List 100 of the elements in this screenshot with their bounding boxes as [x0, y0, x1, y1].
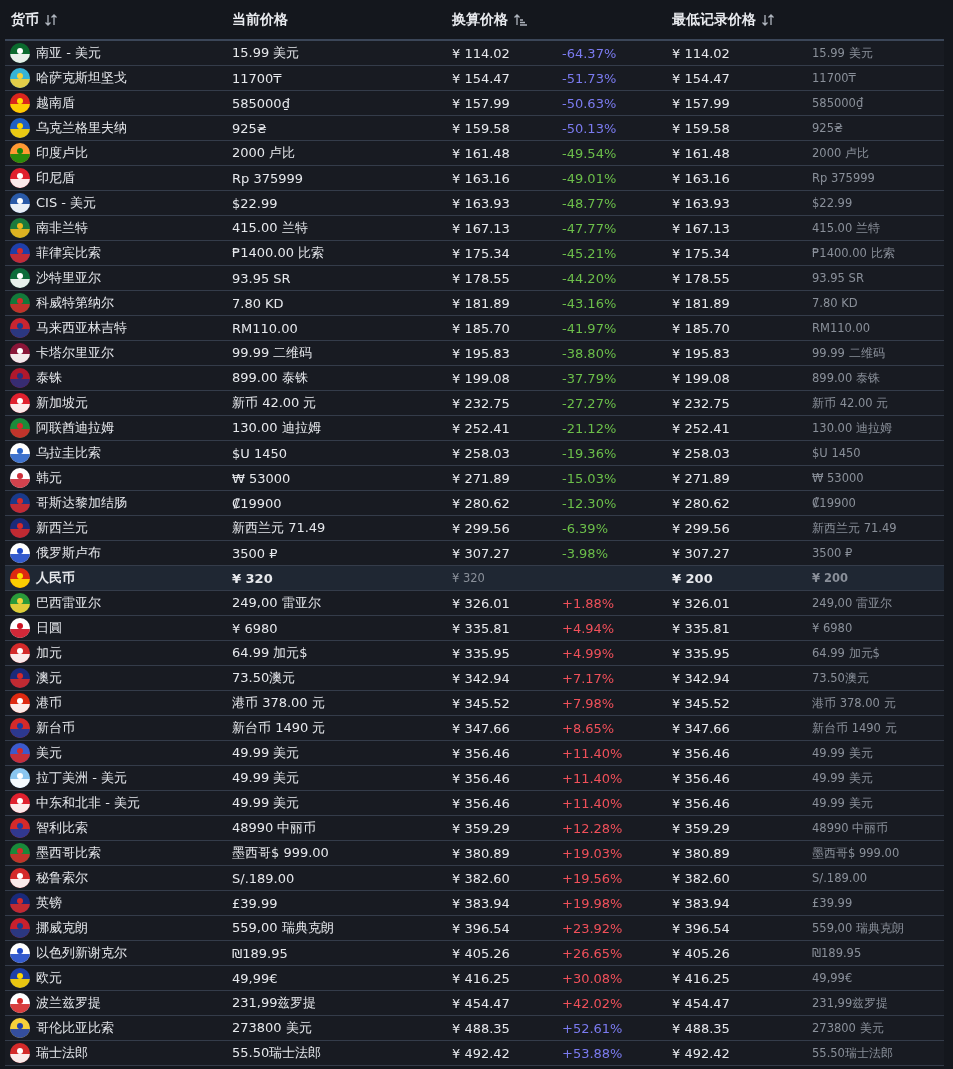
sort-icon[interactable]	[44, 12, 58, 27]
lowest-price: ¥ 163.93	[672, 195, 730, 211]
price-change: +8.65%	[562, 720, 615, 736]
sort-ascending-icon[interactable]	[513, 12, 527, 27]
lowest-price: ¥ 347.66	[672, 720, 730, 736]
current-price: 249,00 雷亚尔	[232, 594, 321, 612]
converted-price: ¥ 416.25	[452, 970, 510, 986]
converted-price: ¥ 345.52	[452, 695, 510, 711]
lowest-price: ¥ 114.02	[672, 45, 730, 61]
current-price: 3500 ₽	[232, 545, 278, 561]
lowest-price: ¥ 154.47	[672, 70, 730, 86]
lowest-price: ¥ 326.01	[672, 595, 730, 611]
currency-name: 新加坡元	[36, 394, 88, 412]
currency-name: 日圓	[36, 619, 62, 637]
current-price: 49.99 美元	[232, 794, 300, 812]
flag-icon	[10, 418, 30, 438]
lowest-local-price: 新币 42.00 元	[812, 395, 889, 411]
price-change: +30.08%	[562, 970, 623, 986]
currency-name: 拉丁美洲 - 美元	[36, 769, 127, 787]
flag-icon	[10, 843, 30, 863]
current-price: 273800 美元	[232, 1019, 312, 1037]
lowest-local-price: 15.99 美元	[812, 45, 873, 61]
converted-price: ¥ 157.99	[452, 95, 510, 111]
price-change: -12.30%	[562, 495, 617, 511]
converted-price: ¥ 454.47	[452, 995, 510, 1011]
current-price: 415.00 兰特	[232, 219, 308, 237]
lowest-price: ¥ 454.47	[672, 995, 730, 1011]
price-change: +19.03%	[562, 845, 623, 861]
currency-name: 新台币	[36, 719, 75, 737]
converted-price: ¥ 326.01	[452, 595, 510, 611]
currency-name: 韩元	[36, 469, 62, 487]
lowest-price: ¥ 280.62	[672, 495, 730, 511]
lowest-local-price: 93.95 SR	[812, 271, 864, 285]
lowest-price: ¥ 195.83	[672, 345, 730, 361]
currency-name: 墨西哥比索	[36, 844, 101, 862]
lowest-local-price: £39.99	[812, 896, 853, 910]
flag-icon	[10, 268, 30, 288]
price-change: -48.77%	[562, 195, 617, 211]
flag-icon	[10, 893, 30, 913]
currency-name: 秘鲁索尔	[36, 869, 88, 887]
currency-name: 加元	[36, 644, 62, 662]
converted-price: ¥ 199.08	[452, 370, 510, 386]
converted-price: ¥ 356.46	[452, 770, 510, 786]
flag-icon	[10, 293, 30, 313]
price-change: +7.98%	[562, 695, 615, 711]
lowest-local-price: 64.99 加元$	[812, 645, 880, 661]
converted-price: ¥ 167.13	[452, 220, 510, 236]
lowest-local-price: 49,99€	[812, 971, 853, 985]
current-price: 73.50澳元	[232, 669, 296, 687]
flag-icon	[10, 668, 30, 688]
flag-icon	[10, 543, 30, 563]
current-price: 48990 中丽币	[232, 819, 317, 837]
currency-name: 南非兰特	[36, 219, 88, 237]
currency-name: 哥斯达黎加结肠	[36, 494, 127, 512]
current-price: ₪189.95	[232, 945, 288, 961]
converted-price: ¥ 320	[452, 571, 485, 585]
flag-icon	[10, 793, 30, 813]
column-header[interactable]: 当前价格	[232, 10, 288, 29]
current-price: 2000 卢比	[232, 144, 296, 162]
current-price: 64.99 加元$	[232, 644, 308, 662]
lowest-price: ¥ 159.58	[672, 120, 730, 136]
price-change: +19.98%	[562, 895, 623, 911]
lowest-price: ¥ 175.34	[672, 245, 730, 261]
converted-price: ¥ 356.46	[452, 795, 510, 811]
lowest-price: ¥ 178.55	[672, 270, 730, 286]
price-change: +42.02%	[562, 995, 623, 1011]
sort-icon[interactable]	[761, 12, 775, 27]
column-header[interactable]: 换算价格	[452, 10, 508, 29]
price-change: -45.21%	[562, 245, 617, 261]
flag-icon	[10, 468, 30, 488]
lowest-price: ¥ 252.41	[672, 420, 730, 436]
converted-price: ¥ 163.16	[452, 170, 510, 186]
lowest-local-price: ¥ 200	[812, 571, 848, 585]
current-price: £39.99	[232, 895, 278, 911]
lowest-local-price: 港币 378.00 元	[812, 695, 896, 711]
currency-name: 澳元	[36, 669, 62, 687]
price-change: -51.73%	[562, 70, 617, 86]
current-price: RM110.00	[232, 320, 298, 336]
price-change: -44.20%	[562, 270, 617, 286]
price-change: -49.01%	[562, 170, 617, 186]
price-change: +53.88%	[562, 1045, 623, 1061]
lowest-local-price: 585000₫	[812, 96, 864, 110]
lowest-price: ¥ 416.25	[672, 970, 730, 986]
lowest-local-price: 273800 美元	[812, 1020, 884, 1036]
flag-icon	[10, 393, 30, 413]
column-header[interactable]: 货币	[11, 10, 39, 29]
converted-price: ¥ 488.35	[452, 1020, 510, 1036]
currency-name: 乌克兰格里夫纳	[36, 119, 127, 137]
current-price: 49.99 美元	[232, 769, 300, 787]
currency-name: 瑞士法郎	[36, 1044, 88, 1062]
flag-icon	[10, 318, 30, 338]
currency-name: 南亚 - 美元	[36, 44, 101, 62]
lowest-local-price: S/.189.00	[812, 871, 868, 885]
lowest-price: ¥ 232.75	[672, 395, 730, 411]
converted-price: ¥ 342.94	[452, 670, 510, 686]
price-change: -38.80%	[562, 345, 617, 361]
column-header[interactable]: 最低记录价格	[672, 10, 756, 29]
current-price: ₱1400.00 比索	[232, 244, 325, 262]
current-price: 55.50瑞士法郎	[232, 1044, 322, 1062]
price-change: +4.94%	[562, 620, 615, 636]
